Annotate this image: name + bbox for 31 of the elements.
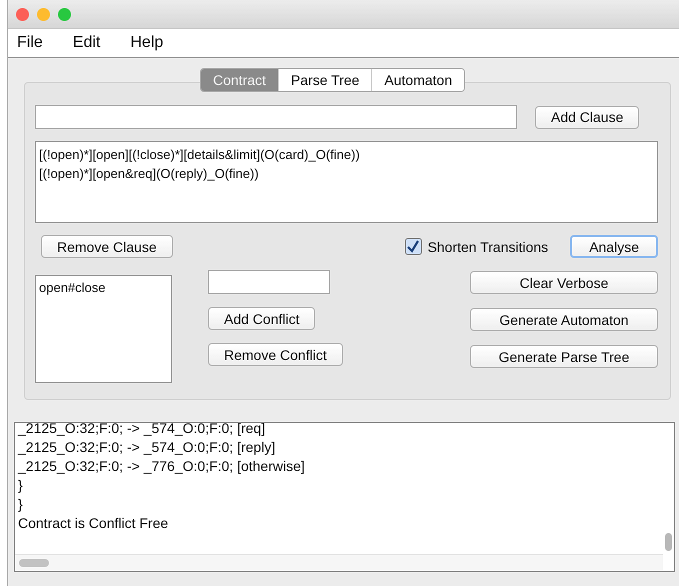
checkbox[interactable] [404, 238, 422, 255]
output-line: } [18, 496, 23, 512]
output-line: Contract is Conflict Free [18, 515, 168, 531]
menu-item[interactable]: Help [121, 34, 172, 52]
clause-item[interactable]: [(!open)*][open&req](O(reply)_O(fine)) [39, 166, 259, 181]
conflict-button[interactable]: Remove Conflict [208, 343, 343, 366]
zoom-icon[interactable] [58, 8, 71, 20]
menu-item[interactable]: Edit [64, 34, 110, 52]
action-button[interactable]: Generate Automaton [470, 308, 658, 331]
analyse-button[interactable]: Analyse [570, 235, 658, 258]
output-line: _2125_O:32;F:0; -> _776_O:0;F:0; [otherwise] [18, 458, 305, 474]
scrollbar-thumb[interactable] [665, 533, 672, 551]
clause-input-field[interactable] [35, 105, 517, 129]
output-line: _2125_O:32;F:0; -> _574_O:0;F:0; [reply] [18, 439, 276, 455]
conflict-list[interactable]: open#close [35, 275, 172, 383]
checkbox-label: Shorten Transitions [428, 238, 548, 254]
minimize-icon[interactable] [37, 8, 50, 20]
conflict-input-field[interactable] [208, 270, 330, 294]
add-clause-button[interactable]: Add Clause [535, 106, 640, 128]
menu-item[interactable]: File [8, 34, 52, 52]
scrollbar-thumb[interactable] [19, 559, 49, 567]
conflict-item[interactable]: open#close [39, 280, 106, 295]
close-icon[interactable] [16, 8, 29, 20]
output-line: } [18, 477, 23, 493]
clause-list[interactable]: [(!open)*][open][(!close)*][details&limit](O(card)_O(fine)) [(!open)*][open&req](O(reply)_O(fine)) [35, 141, 658, 223]
output-line: _2125_O:32;F:0; -> _574_O:0;F:0; [req] [18, 423, 266, 436]
remove-clause-button[interactable]: Remove Clause [41, 235, 173, 258]
clause-item[interactable]: [(!open)*][open][(!close)*][details&limit](O(card)_O(fine)) [39, 147, 360, 162]
action-button[interactable]: Clear Verbose [470, 271, 658, 294]
conflict-button[interactable]: Add Conflict [208, 307, 316, 330]
action-button[interactable]: Generate Parse Tree [470, 345, 658, 368]
